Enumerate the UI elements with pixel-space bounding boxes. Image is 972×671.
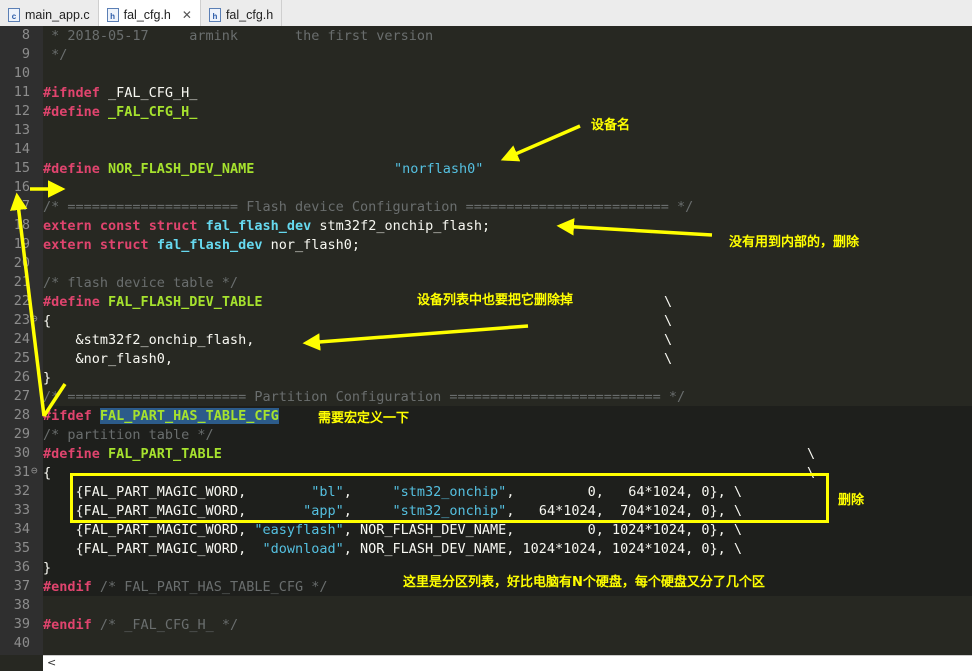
code-line-24: &stm32f2_onchip_flash, <box>43 332 255 348</box>
line-number: 11 <box>13 84 30 100</box>
code-line-31: { <box>43 465 52 481</box>
code-line-8: * 2018-05-17 armink the first version <box>43 28 434 44</box>
code-lines: * 2018-05-17 armink the first version */… <box>43 26 972 655</box>
line-number: 24 <box>13 331 30 347</box>
line-number: 8 <box>21 27 30 43</box>
code-line-15: #define NOR_FLASH_DEV_NAME <box>43 161 255 177</box>
code-line-21: /* flash device table */ <box>43 275 239 291</box>
code-line-30: #define FAL_PART_TABLE <box>43 446 222 462</box>
annotation-device-name: 设备名 <box>591 118 631 133</box>
code-line-11: #ifndef _FAL_CFG_H_ <box>43 85 198 101</box>
line-number: 30 <box>13 445 30 461</box>
annotation-partition-note: 这里是分区列表，好比电脑有N个硬盘，每个硬盘又分了几个区 <box>403 575 765 590</box>
line-number: 31 <box>13 464 30 480</box>
c-file-icon: c <box>8 7 20 22</box>
line-continuation: \ <box>807 446 816 462</box>
code-line-27: /* ====================== Partition Conf… <box>43 389 686 405</box>
line-number: 37 <box>13 578 30 594</box>
line-number: 29 <box>13 426 30 442</box>
code-line-34: {FAL_PART_MAGIC_WORD, "easyflash", NOR_F… <box>43 522 743 538</box>
annotation-need-macro: 需要宏定义一下 <box>318 411 410 426</box>
close-icon[interactable]: ✕ <box>182 8 192 22</box>
line-number: 26 <box>13 369 30 385</box>
code-line-26: } <box>43 370 52 386</box>
code-line-19: extern struct fal_flash_dev nor_flash0; <box>43 237 361 253</box>
h-file-icon: h <box>106 7 119 22</box>
line-number: 15 <box>13 160 30 176</box>
code-line-17: /* ===================== Flash device Co… <box>43 199 694 215</box>
code-line-23: { <box>43 313 52 329</box>
tab-label: fal_cfg.h <box>225 7 274 22</box>
tab-fal-cfg-h-active[interactable]: h fal_cfg.h ✕ <box>98 0 201 29</box>
code-line-22: #define FAL_FLASH_DEV_TABLE <box>43 294 263 310</box>
line-number: 23 <box>13 312 30 328</box>
line-number: 22 <box>13 293 30 309</box>
fold-toggle-icon[interactable]: ⊖ <box>31 312 38 325</box>
line-number: 16 <box>13 179 30 195</box>
annotation-delete: 删除 <box>838 493 865 508</box>
line-number: 12 <box>13 103 30 119</box>
line-number: 10 <box>13 65 30 81</box>
line-number: 17 <box>13 198 30 214</box>
line-number: 20 <box>13 255 30 271</box>
editor-tab-bar: c main_app.c h fal_cfg.h ✕ h fal_cfg.h <box>0 0 972 29</box>
line-number: 39 <box>13 616 30 632</box>
line-number: 32 <box>13 483 30 499</box>
horizontal-scrollbar[interactable]: < <box>43 655 972 671</box>
tab-label: fal_cfg.h <box>123 7 171 22</box>
code-line-37: #endif /* FAL_PART_HAS_TABLE_CFG */ <box>43 579 328 595</box>
line-number: 14 <box>13 141 30 157</box>
code-line-9: */ <box>43 47 68 63</box>
line-continuation: \ <box>664 294 673 310</box>
selected-macro: FAL_PART_HAS_TABLE_CFG <box>99 408 279 424</box>
line-number: 38 <box>13 597 30 613</box>
code-line-25: &nor_flash0, <box>43 351 174 367</box>
line-number: 25 <box>13 350 30 366</box>
annotation-table-delete: 设备列表中也要把它删除掉 <box>417 293 574 308</box>
line-continuation: \ <box>664 313 673 329</box>
fold-toggle-icon[interactable]: ⊖ <box>31 464 38 477</box>
line-number-gutter: 8 9 10 11 12 13 14 15 16 17 18 19 20 21 … <box>0 26 43 655</box>
code-line-29: /* partition table */ <box>43 427 214 443</box>
line-number: 28 <box>13 407 30 423</box>
line-number: 27 <box>13 388 30 404</box>
delete-highlight-box <box>70 473 829 523</box>
tab-main-app-c[interactable]: c main_app.c <box>0 0 99 29</box>
device-name-string: "norflash0" <box>394 161 484 177</box>
line-number: 36 <box>13 559 30 575</box>
tab-label: main_app.c <box>25 7 90 22</box>
line-number: 35 <box>13 540 30 556</box>
scroll-left-icon[interactable]: < <box>47 656 56 669</box>
code-line-36: } <box>43 560 52 576</box>
code-line-35: {FAL_PART_MAGIC_WORD, "download", NOR_FL… <box>43 541 743 557</box>
code-line-28: #ifdef FAL_PART_HAS_TABLE_CFG <box>43 408 279 424</box>
line-number: 21 <box>13 274 30 290</box>
code-line-39: #endif /* _FAL_CFG_H_ */ <box>43 617 239 633</box>
code-line-18: extern const struct fal_flash_dev stm32f… <box>43 218 491 234</box>
line-number: 33 <box>13 502 30 518</box>
line-number: 40 <box>13 635 30 651</box>
code-line-12: #define _FAL_CFG_H_ <box>43 104 198 120</box>
line-number: 19 <box>13 236 30 252</box>
line-number: 13 <box>13 122 30 138</box>
h-file-icon: h <box>208 7 221 22</box>
line-number: 9 <box>21 46 30 62</box>
line-number: 18 <box>13 217 30 233</box>
line-number: 34 <box>13 521 30 537</box>
line-continuation: \ <box>664 351 673 367</box>
annotation-unused-delete: 没有用到内部的，删除 <box>729 235 860 250</box>
line-continuation: \ <box>664 332 673 348</box>
tab-fal-cfg-h[interactable]: h fal_cfg.h <box>201 0 283 29</box>
